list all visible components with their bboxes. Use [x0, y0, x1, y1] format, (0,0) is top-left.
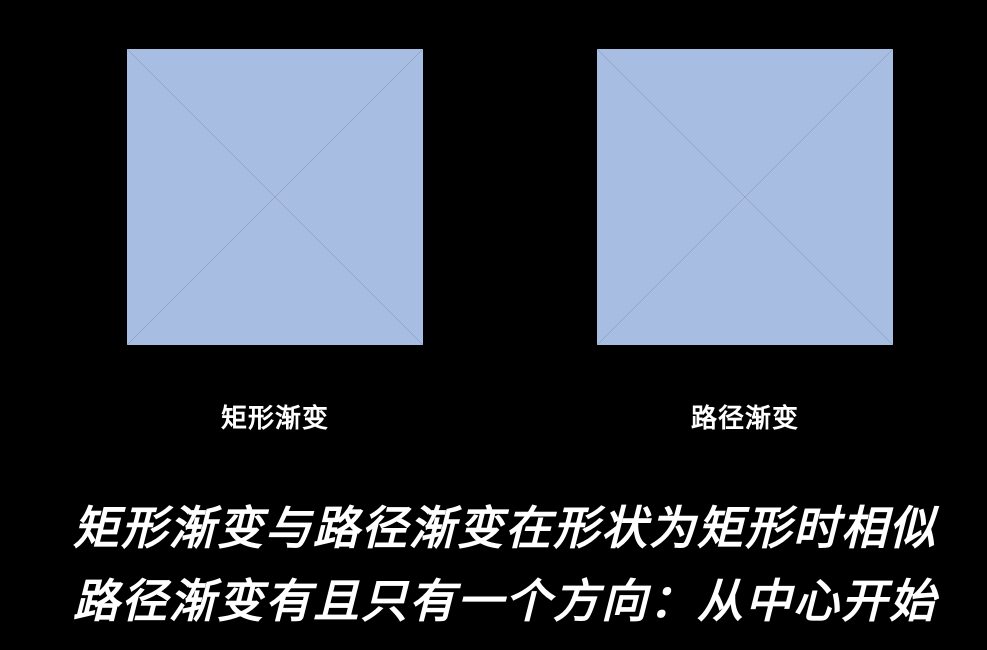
path-gradient-label: 路径渐变: [690, 404, 799, 434]
headline-similarity: 矩形渐变与路径渐变在形状为矩形时相似: [73, 501, 937, 555]
headline-direction: 路径渐变有且只有一个方向：从中心开始: [73, 574, 937, 628]
rectangle-gradient-swatch: [127, 49, 423, 345]
path-gradient-swatch: [597, 49, 893, 345]
rectangle-gradient-label: 矩形渐变: [220, 404, 329, 434]
